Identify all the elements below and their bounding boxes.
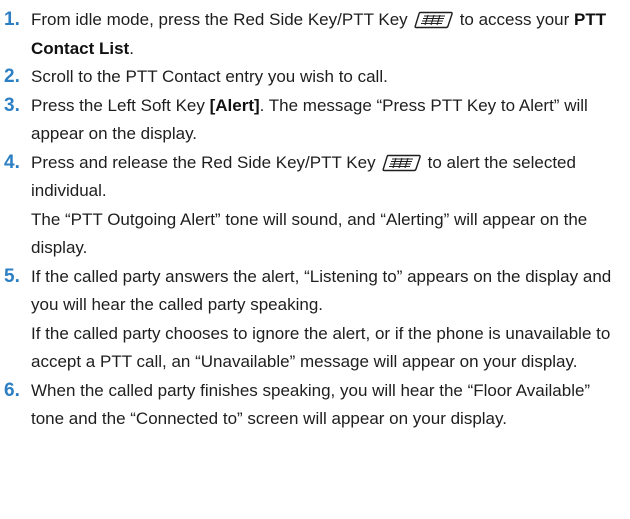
step-subtext: The “PTT Outgoing Alert” tone will sound… (31, 209, 588, 258)
step-5: 5. If the called party answers the alert… (4, 263, 622, 377)
step-number: 1. (4, 9, 20, 30)
step-number: 2. (4, 66, 20, 87)
step-3: 3. Press the Left Soft Key [Alert]. The … (4, 92, 622, 149)
step-text-end: . (129, 38, 134, 58)
ptt-key-icon (382, 154, 422, 172)
instruction-page: 1. From idle mode, press the Red Side Ke… (0, 0, 630, 519)
step-number: 6. (4, 379, 20, 401)
steps-list: 1. From idle mode, press the Red Side Ke… (4, 6, 622, 434)
ptt-key-icon (414, 11, 454, 29)
step-6: 6. When the called party finishes speaki… (4, 377, 622, 434)
step-number: 3. (4, 94, 20, 116)
step-number: 4. (4, 151, 20, 173)
step-1: 1. From idle mode, press the Red Side Ke… (4, 6, 622, 63)
step-text: When the called party finishes speaking,… (31, 380, 591, 429)
step-4: 4. Press and release the Red Side Key/PT… (4, 149, 622, 263)
step-text: Scroll to the PTT Contact entry you wish… (31, 67, 388, 86)
step-subtext: If the called party chooses to ignore th… (31, 323, 611, 372)
step-emphasis: [Alert] (209, 95, 260, 115)
step-text-continued: to access your (459, 10, 575, 29)
step-text: Press the Left Soft Key (31, 95, 210, 115)
step-2: 2. Scroll to the PTT Contact entry you w… (4, 63, 622, 92)
step-text: Press and release the Red Side Key/PTT K… (31, 152, 376, 172)
step-text: From idle mode, press the Red Side Key/P… (31, 10, 408, 29)
step-number: 5. (4, 265, 20, 287)
step-text: If the called party answers the alert, “… (31, 266, 612, 315)
